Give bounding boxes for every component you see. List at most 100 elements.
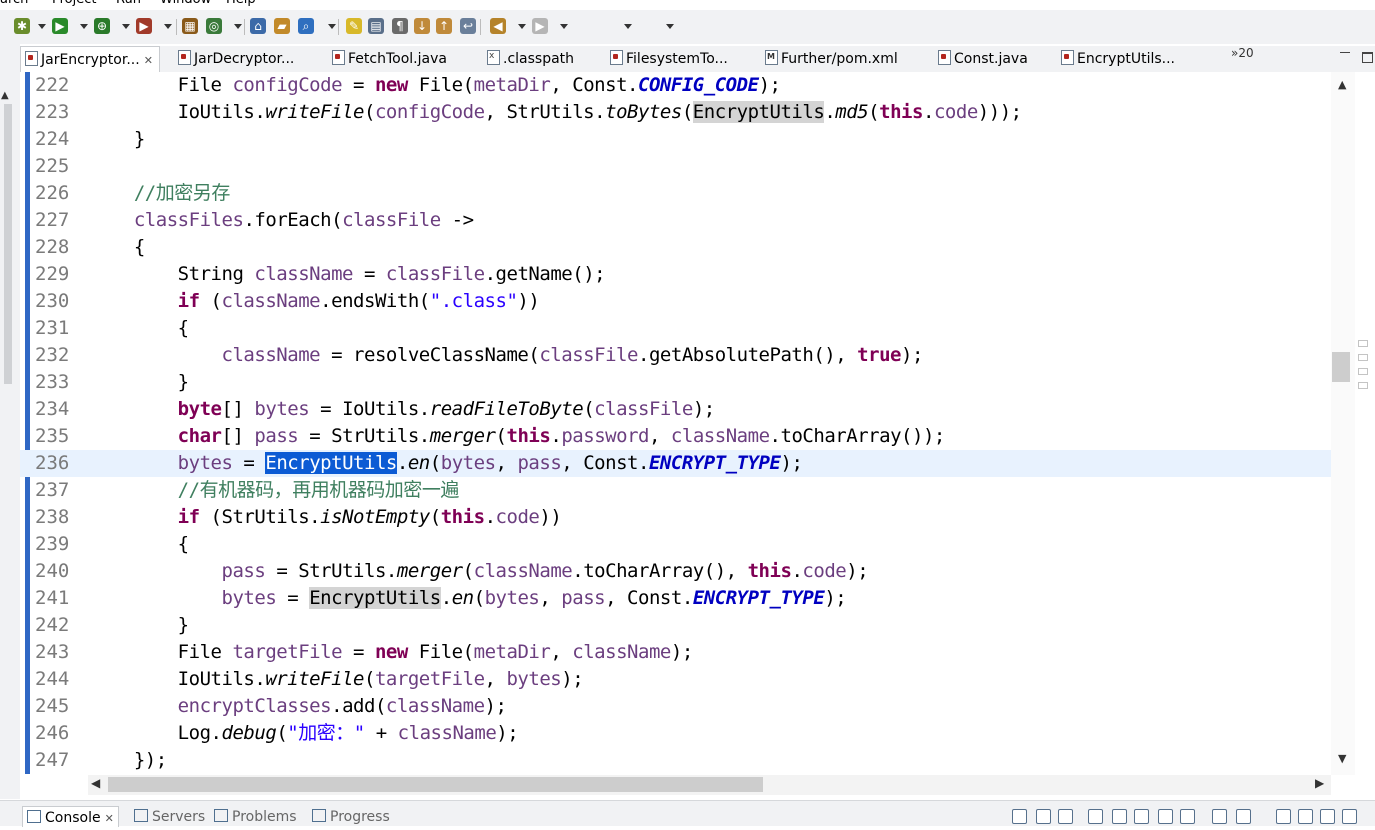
chevron-down-icon[interactable] xyxy=(164,24,172,29)
clear-console-icon[interactable] xyxy=(1088,809,1103,824)
show-whitespace-icon[interactable]: ¶ xyxy=(392,18,408,34)
code-text[interactable]: classFiles.forEach(classFile -> xyxy=(90,207,474,234)
coverage-icon[interactable]: ⊕ xyxy=(94,18,110,34)
vertical-scroll-thumb[interactable] xyxy=(1332,352,1350,382)
menu-item-4[interactable]: Help xyxy=(226,0,256,7)
code-line[interactable]: 226 //加密另存 xyxy=(20,180,1355,207)
menu-item-3[interactable]: Window xyxy=(160,0,211,7)
code-line[interactable]: 237 //有机器码，再用机器码加密一遍 xyxy=(20,477,1355,504)
menu-item-2[interactable]: Run xyxy=(116,0,141,7)
code-line[interactable]: 244 IoUtils.writeFile(targetFile, bytes)… xyxy=(20,666,1355,693)
code-text[interactable]: } xyxy=(90,612,189,639)
occurrence-marker[interactable] xyxy=(1358,368,1368,375)
pin-console-icon[interactable] xyxy=(1212,809,1227,824)
editor-tab[interactable]: .classpath xyxy=(487,43,574,72)
code-line[interactable]: 239 { xyxy=(20,531,1355,558)
previous-annotation-icon[interactable]: ↑ xyxy=(436,18,452,34)
code-text[interactable]: File targetFile = new File(metaDir, clas… xyxy=(90,639,694,666)
code-line[interactable]: 229 String className = classFile.getName… xyxy=(20,261,1355,288)
code-line[interactable]: 225 xyxy=(20,153,1355,180)
code-text[interactable]: IoUtils.writeFile(configCode, StrUtils.t… xyxy=(90,99,1022,126)
view-menu-icon[interactable] xyxy=(1298,809,1313,824)
chevron-down-icon[interactable] xyxy=(234,24,242,29)
code-line[interactable]: 223 IoUtils.writeFile(configCode, StrUti… xyxy=(20,99,1355,126)
chevron-down-icon[interactable] xyxy=(624,24,632,29)
vertical-scrollbar[interactable]: ▲ ▼ xyxy=(1331,72,1355,775)
remove-all-terminated-icon[interactable] xyxy=(1058,809,1073,824)
editor-tab[interactable]: EncryptUtils... xyxy=(1061,46,1175,72)
code-text[interactable]: bytes = EncryptUtils.en(bytes, pass, Con… xyxy=(90,585,847,612)
scroll-left-icon[interactable]: ◀ xyxy=(91,776,100,790)
chevron-down-icon[interactable] xyxy=(328,24,336,29)
code-text[interactable]: bytes = EncryptUtils.en(bytes, pass, Con… xyxy=(90,450,803,477)
code-text[interactable]: if (StrUtils.isNotEmpty(this.code)) xyxy=(90,504,562,531)
horizontal-scroll-thumb[interactable] xyxy=(108,777,763,792)
word-wrap-icon[interactable] xyxy=(1134,809,1149,824)
code-line[interactable]: 234 byte[] bytes = IoUtils.readFileToByt… xyxy=(20,396,1355,423)
code-text[interactable]: } xyxy=(90,369,189,396)
code-text[interactable]: if (className.endsWith(".class")) xyxy=(90,288,540,315)
maximize-icon[interactable] xyxy=(1342,809,1357,824)
editor-tab[interactable]: Further/pom.xml xyxy=(765,43,898,72)
editor-tab[interactable]: Const.java xyxy=(938,46,1028,72)
new-package-icon[interactable]: ▦ xyxy=(182,18,198,34)
toggle-block-selection-icon[interactable]: ▤ xyxy=(368,18,384,34)
code-text[interactable]: byte[] bytes = IoUtils.readFileToByte(cl… xyxy=(90,396,716,423)
code-line[interactable]: 230 if (className.endsWith(".class")) xyxy=(20,288,1355,315)
chevron-up-icon[interactable]: ▲ xyxy=(1,90,9,101)
code-line[interactable]: 238 if (StrUtils.isNotEmpty(this.code)) xyxy=(20,504,1355,531)
search-icon[interactable]: ⌕ xyxy=(298,18,314,34)
code-line[interactable]: 243 File targetFile = new File(metaDir, … xyxy=(20,639,1355,666)
external-tools-icon[interactable]: ▶ xyxy=(136,18,152,34)
occurrence-marker[interactable] xyxy=(1358,382,1368,389)
terminate-icon[interactable] xyxy=(1012,809,1027,824)
horizontal-scrollbar[interactable]: ◀ ▶ xyxy=(88,775,1331,795)
display-console-icon[interactable] xyxy=(1236,809,1251,824)
tab-overflow-button[interactable]: »20 xyxy=(1231,46,1254,60)
code-text[interactable]: String className = classFile.getName(); xyxy=(90,261,606,288)
overview-ruler[interactable] xyxy=(1355,72,1375,775)
code-text[interactable]: File configCode = new File(metaDir, Cons… xyxy=(90,72,781,99)
editor-tab[interactable]: JarDecryptor... xyxy=(178,46,294,72)
code-text[interactable]: { xyxy=(90,234,145,261)
menu-item-1[interactable]: Project xyxy=(52,0,96,7)
code-text[interactable]: Log.debug("加密：" + className); xyxy=(90,720,519,747)
code-text[interactable]: className = resolveClassName(classFile.g… xyxy=(90,342,924,369)
chevron-down-icon[interactable] xyxy=(38,24,46,29)
code-line[interactable]: 233 } xyxy=(20,369,1355,396)
code-line[interactable]: 247 }); xyxy=(20,747,1355,774)
debug-icon[interactable]: ✱ xyxy=(14,18,30,34)
code-text[interactable]: }); xyxy=(90,747,167,774)
code-line[interactable]: 241 bytes = EncryptUtils.en(bytes, pass,… xyxy=(20,585,1355,612)
back-icon[interactable]: ◀ xyxy=(490,18,506,34)
code-editor[interactable]: 222 File configCode = new File(metaDir, … xyxy=(20,72,1355,775)
next-annotation-icon[interactable]: ↓ xyxy=(414,18,430,34)
scroll-right-icon[interactable]: ▶ xyxy=(1315,776,1324,790)
code-line[interactable]: 228 { xyxy=(20,234,1355,261)
open-type-icon[interactable]: ⌂ xyxy=(250,18,266,34)
occurrence-marker[interactable] xyxy=(1358,354,1368,361)
close-icon[interactable]: ✕ xyxy=(144,54,153,67)
code-text[interactable]: encryptClasses.add(className); xyxy=(90,693,507,720)
code-line[interactable]: 227 classFiles.forEach(classFile -> xyxy=(20,207,1355,234)
open-task-icon[interactable]: ▰ xyxy=(274,18,290,34)
forward-icon[interactable]: ▶ xyxy=(532,18,548,34)
view-tab-servers[interactable]: Servers xyxy=(134,809,205,825)
toggle-mark-occurrences-icon[interactable]: ✎ xyxy=(346,18,362,34)
scroll-up-icon[interactable]: ▲ xyxy=(1338,78,1346,91)
view-tab-console[interactable]: Console ✕ xyxy=(22,806,119,827)
code-text[interactable]: //加密另存 xyxy=(90,180,230,207)
view-tab-problems[interactable]: Problems xyxy=(214,809,297,825)
menu-item-0[interactable]: arch xyxy=(0,0,28,7)
scroll-lock-icon[interactable] xyxy=(1112,809,1127,824)
code-text[interactable]: { xyxy=(90,315,189,342)
minimize-icon[interactable] xyxy=(1340,50,1350,53)
editor-tab[interactable]: JarEncryptor... ✕ xyxy=(20,46,160,73)
code-text[interactable]: { xyxy=(90,531,189,558)
code-line[interactable]: 231 { xyxy=(20,315,1355,342)
code-line[interactable]: 222 File configCode = new File(metaDir, … xyxy=(20,72,1355,99)
code-text[interactable]: pass = StrUtils.merger(className.toCharA… xyxy=(90,558,869,585)
left-trim-scroll-thumb[interactable] xyxy=(4,104,12,384)
code-line[interactable]: 235 char[] pass = StrUtils.merger(this.p… xyxy=(20,423,1355,450)
occurrence-marker[interactable] xyxy=(1358,340,1368,347)
